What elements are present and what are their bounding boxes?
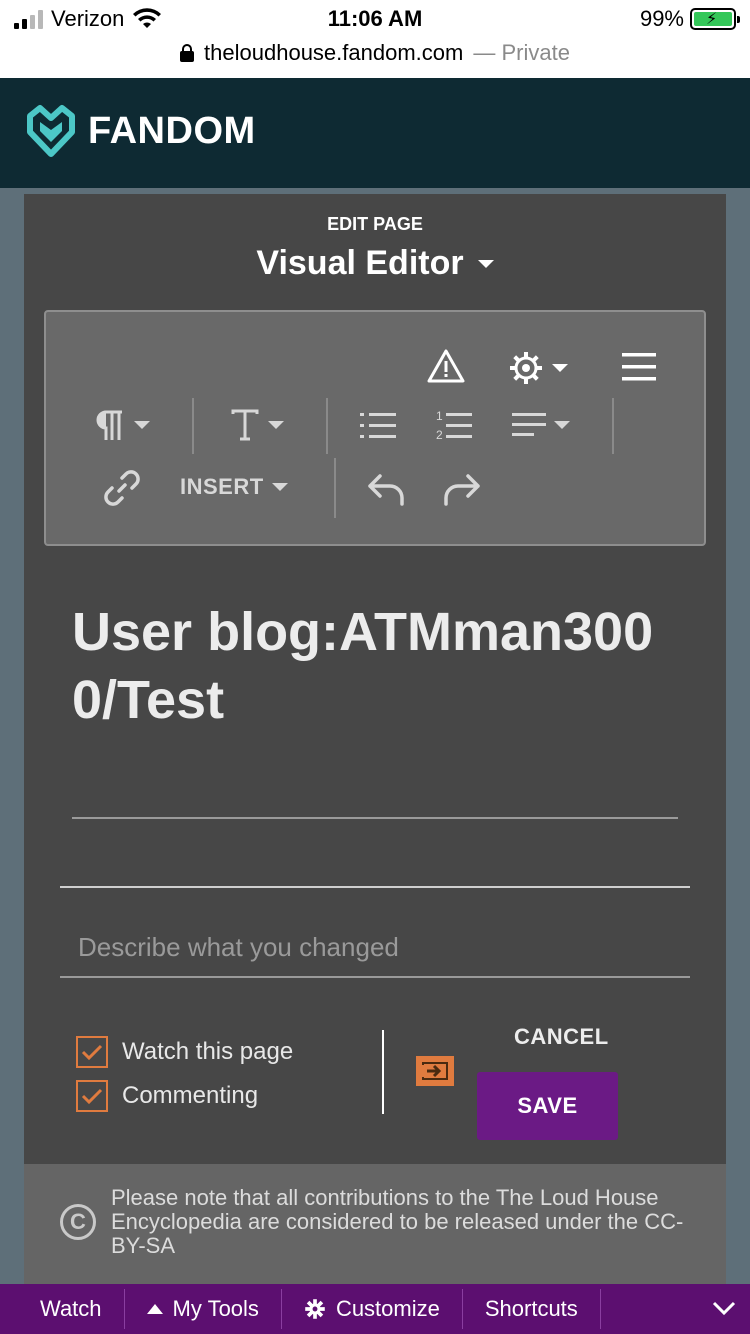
lock-icon bbox=[180, 44, 195, 62]
fandom-heart-icon bbox=[27, 105, 75, 157]
title-underline bbox=[72, 817, 678, 819]
chevron-down-icon bbox=[271, 483, 288, 491]
review-changes-button[interactable] bbox=[416, 1056, 454, 1086]
site-header: FANDOM bbox=[0, 78, 750, 188]
bullet-list-icon bbox=[360, 413, 396, 438]
checkmark-icon bbox=[81, 1088, 103, 1105]
gear-icon bbox=[305, 1299, 325, 1319]
brand-name: FANDOM bbox=[88, 109, 256, 152]
clock: 11:06 AM bbox=[327, 6, 423, 31]
battery-icon: ⚡ bbox=[690, 8, 740, 30]
commenting-option[interactable]: Commenting bbox=[76, 1080, 293, 1112]
battery-percent: 99% bbox=[639, 6, 684, 31]
license-notice: C Please note that all contributions to … bbox=[24, 1164, 726, 1284]
insert-dropdown[interactable]: INSERT bbox=[180, 474, 288, 500]
status-bar: Verizon 11:06 AM 99% ⚡ theloudhouse.fand… bbox=[0, 0, 750, 78]
alignment-button[interactable] bbox=[512, 410, 570, 440]
numbered-list-button[interactable]: 1 2 bbox=[436, 408, 472, 442]
customize-label: Customize bbox=[335, 1296, 440, 1321]
pilcrow-icon bbox=[96, 410, 122, 440]
chevron-down-icon bbox=[554, 421, 570, 429]
private-label: — Private bbox=[473, 40, 570, 65]
shortcuts-label: Shortcuts bbox=[484, 1296, 578, 1321]
text-style-icon bbox=[231, 409, 259, 441]
toolbar-divider bbox=[612, 398, 614, 454]
watch-label: Watch this page bbox=[122, 1038, 294, 1065]
hamburger-menu-icon bbox=[622, 353, 656, 381]
watch-link-label: Watch bbox=[40, 1296, 102, 1321]
fandom-logo[interactable]: FANDOM bbox=[24, 104, 256, 158]
url-text: theloudhouse.fandom.com bbox=[204, 40, 464, 65]
redo-button[interactable] bbox=[442, 470, 482, 506]
bottom-my-tools[interactable]: My Tools bbox=[125, 1289, 282, 1329]
actions-divider bbox=[382, 1030, 384, 1114]
redo-icon bbox=[444, 474, 480, 506]
link-button[interactable] bbox=[104, 470, 140, 506]
svg-text:1: 1 bbox=[436, 409, 443, 423]
toolbar-divider bbox=[326, 398, 328, 454]
align-left-icon bbox=[512, 413, 546, 436]
caret-up-icon bbox=[146, 1304, 163, 1314]
my-tools-label: My Tools bbox=[172, 1296, 259, 1321]
toolbar-divider bbox=[334, 458, 336, 518]
license-text: Please note that all contributions to th… bbox=[111, 1185, 684, 1258]
bottom-shortcuts[interactable]: Shortcuts bbox=[463, 1289, 601, 1329]
arrow-right-icon bbox=[422, 1062, 448, 1080]
save-button[interactable]: SAVE bbox=[477, 1072, 618, 1140]
chevron-down-icon bbox=[552, 364, 568, 372]
chevron-down-icon bbox=[477, 259, 494, 268]
watch-checkbox[interactable] bbox=[76, 1036, 108, 1068]
watch-option[interactable]: Watch this page bbox=[76, 1036, 293, 1068]
commenting-checkbox[interactable] bbox=[76, 1080, 108, 1112]
edit-summary-input[interactable] bbox=[60, 918, 690, 978]
editor-mode-dropdown[interactable]: Visual Editor bbox=[24, 244, 726, 283]
bullet-list-button[interactable] bbox=[360, 410, 396, 442]
summary-divider bbox=[60, 886, 690, 888]
undo-button[interactable] bbox=[366, 470, 406, 506]
insert-label: INSERT bbox=[180, 474, 264, 499]
commenting-label: Commenting bbox=[122, 1082, 259, 1109]
page-options-button[interactable] bbox=[508, 350, 568, 386]
page-title[interactable]: User blog:ATMman3000/Test bbox=[72, 598, 692, 734]
bottom-customize[interactable]: Customize bbox=[282, 1289, 463, 1329]
link-icon bbox=[104, 470, 140, 506]
status-right: 99% ⚡ bbox=[639, 6, 740, 32]
edit-page-label: EDIT PAGE bbox=[327, 214, 423, 234]
chevron-down-icon bbox=[134, 421, 150, 429]
svg-text:2: 2 bbox=[436, 428, 443, 442]
bottom-toolbar: Watch My Tools Customize Shortcuts bbox=[0, 1284, 750, 1334]
checkmark-icon bbox=[81, 1044, 103, 1061]
menu-button[interactable] bbox=[622, 352, 656, 382]
numbered-list-icon: 1 2 bbox=[436, 409, 472, 442]
gear-icon bbox=[510, 352, 542, 384]
url-bar[interactable]: theloudhouse.fandom.com — Private bbox=[0, 40, 750, 66]
chevron-down-icon[interactable] bbox=[712, 1296, 736, 1320]
cancel-button[interactable]: CANCEL bbox=[514, 1024, 609, 1050]
editor-mode-label: Visual Editor bbox=[256, 244, 464, 282]
editor-toolbar: 1 2 INSERT bbox=[44, 310, 706, 546]
warning-icon bbox=[427, 349, 465, 383]
editor-panel: EDIT PAGE Visual Editor 1 2 INSERT User … bbox=[24, 194, 726, 1164]
paragraph-format-button[interactable] bbox=[92, 408, 150, 442]
warning-button[interactable] bbox=[426, 348, 466, 384]
bottom-watch[interactable]: Watch bbox=[0, 1289, 125, 1329]
undo-icon bbox=[368, 474, 404, 506]
save-options: Watch this page Commenting bbox=[76, 1036, 293, 1124]
copyright-icon: C bbox=[60, 1204, 96, 1240]
chevron-down-icon bbox=[268, 421, 284, 429]
toolbar-divider bbox=[192, 398, 194, 454]
text-style-button[interactable] bbox=[230, 408, 284, 442]
